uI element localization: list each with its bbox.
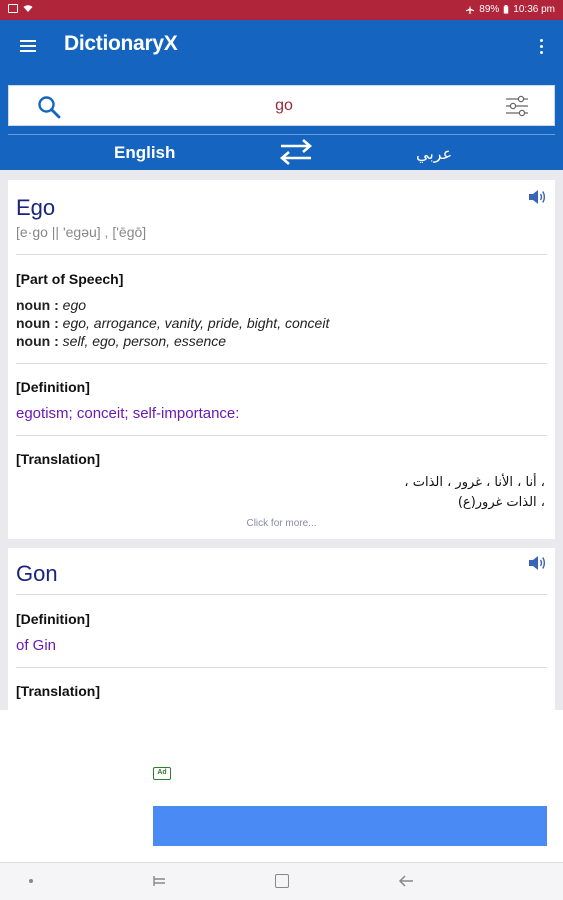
language-divider: [8, 134, 555, 135]
definition-text: egotism; conceit; self-importance:: [16, 405, 240, 422]
translation-line: ، الذات غرور(ع): [457, 495, 545, 510]
search-input[interactable]: [89, 92, 479, 120]
entry-card[interactable]: Gon [Definition] of Gin [Translation]: [8, 548, 555, 710]
app-bar: DictionaryX: [0, 20, 563, 72]
ad-banner[interactable]: [153, 806, 547, 846]
pos-line: noun : self, ego, person, essence: [16, 333, 227, 349]
back-icon[interactable]: [397, 873, 415, 889]
divider: [16, 667, 547, 668]
pos-line: noun : ego: [16, 297, 87, 313]
ad-badge: Ad: [153, 767, 171, 780]
home-icon[interactable]: [275, 874, 289, 888]
status-bar: 89% 10:36 pm: [0, 0, 563, 20]
pos-line: noun : ego, arrogance, vanity, pride, bi…: [16, 315, 330, 331]
entry-word: Ego: [16, 195, 56, 220]
menu-icon: [20, 40, 36, 42]
search-area: English عربي: [0, 72, 563, 170]
click-for-more-link[interactable]: Click for more...: [8, 518, 555, 529]
target-language[interactable]: عربي: [416, 144, 452, 164]
definition-heading: [Definition]: [16, 379, 90, 395]
nav-dot-icon[interactable]: [29, 879, 33, 883]
entry-word: Gon: [16, 561, 58, 586]
speaker-icon[interactable]: [527, 554, 547, 572]
pronunciation: [e·go || 'egəu] , ['ēgō]: [16, 224, 147, 240]
app-title: DictionaryX: [64, 32, 178, 55]
ad-area[interactable]: Ad: [0, 710, 563, 862]
overflow-menu-button[interactable]: [531, 34, 551, 58]
definition-heading: [Definition]: [16, 611, 90, 627]
search-icon[interactable]: [37, 95, 61, 119]
filter-settings-icon[interactable]: [504, 95, 530, 117]
part-of-speech-heading: [Part of Speech]: [16, 271, 124, 287]
translation-line: ، أنا ، الأنا ، غرور ، الذات ،: [404, 475, 545, 490]
menu-button[interactable]: [14, 34, 42, 58]
translation-heading: [Translation]: [16, 451, 101, 467]
entry-card[interactable]: Ego [e·go || 'egəu] , ['ēgō] [Part of Sp…: [8, 180, 555, 539]
recents-icon[interactable]: [150, 873, 168, 889]
speaker-icon[interactable]: [527, 188, 547, 206]
system-nav-bar: [0, 862, 563, 900]
divider: [16, 435, 547, 436]
status-time: 10:36 pm: [513, 4, 555, 15]
airplane-mode-icon: [466, 5, 475, 14]
battery-percent: 89%: [479, 4, 500, 15]
translation-heading: [Translation]: [16, 683, 101, 699]
divider: [16, 363, 547, 364]
notification-icon: [8, 4, 18, 13]
source-language[interactable]: English: [114, 143, 175, 163]
divider: [16, 254, 547, 255]
search-box: [8, 85, 555, 126]
battery-icon: [504, 5, 509, 14]
definition-text: of Gin: [16, 637, 57, 654]
swap-languages-icon[interactable]: [279, 139, 313, 165]
wifi-icon: [23, 5, 33, 12]
more-vert-icon: [539, 38, 543, 42]
divider: [16, 594, 547, 595]
